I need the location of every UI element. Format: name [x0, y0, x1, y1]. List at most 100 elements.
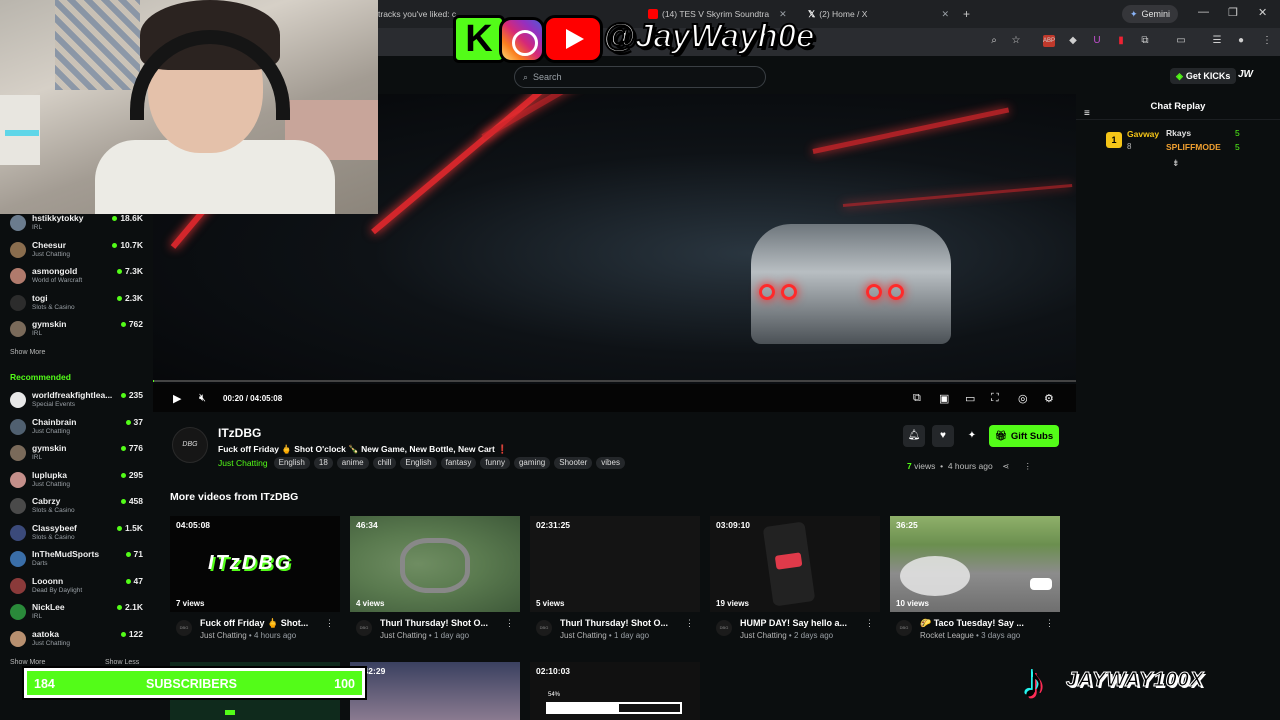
video-card[interactable]: 03:09:10 19 views DBG HUMP DAY! Say hello a… [710, 516, 880, 640]
video-card[interactable]: 36:25 10 views DBG 🌮 Taco Tuesday! Say ... R… [890, 516, 1060, 640]
close-window-button[interactable]: ✕ [1258, 6, 1267, 19]
sidebar-channel-recommended[interactable]: luplupka Just Chatting 295 [10, 469, 145, 491]
tag-chip[interactable]: 18 [313, 457, 333, 469]
maximize-button[interactable]: ❐ [1228, 6, 1238, 19]
share-icon[interactable]: ⋖ [1002, 461, 1009, 471]
channel-avatar[interactable]: DBG [716, 620, 732, 636]
fullscreen-icon[interactable]: ⛶ [991, 392, 999, 405]
cast-icon[interactable]: ▭ [1175, 35, 1187, 47]
sidebar-channel-recommended[interactable]: worldfreakfightlea... Special Events 235 [10, 389, 145, 411]
close-tab-icon[interactable]: ✕ [941, 9, 949, 20]
tag-chip[interactable]: English [400, 457, 437, 469]
sidebar-channel-following[interactable]: togi Slots & Casino 2.3K [10, 292, 145, 314]
tag-chip[interactable]: vibes [596, 457, 625, 469]
zoom-icon[interactable]: ⌕ [988, 35, 1000, 47]
user-avatar[interactable]: JW [1238, 69, 1253, 80]
channel-avatar[interactable]: DBG [176, 620, 192, 636]
tag-chip[interactable]: anime [336, 457, 369, 469]
tag-chip[interactable]: gaming [513, 457, 551, 469]
sidebar-channel-recommended[interactable]: Classybeef Slots & Casino 1.5K [10, 522, 145, 544]
video-title[interactable]: Thurl Thursday! Shot O... [560, 618, 685, 628]
sidebar-channel-following[interactable]: hstikkytokky IRL 18.6K [10, 212, 145, 234]
bookmark-star-icon[interactable]: ☆ [1010, 35, 1022, 47]
video-card[interactable]: ITzDBG 04:05:08 7 views DBG Fuck off Friday … [170, 516, 340, 640]
video-title[interactable]: 🌮 Taco Tuesday! Say ... [920, 618, 1045, 629]
channel-name[interactable]: ITzDBG [218, 426, 261, 440]
channel-avatar[interactable]: DBG [172, 427, 208, 463]
video-category[interactable]: Just Chatting [740, 631, 787, 640]
play-button[interactable]: ▶ [173, 392, 181, 405]
video-thumbnail[interactable]: 46:34 4 views [350, 516, 520, 612]
channel-avatar[interactable]: DBG [536, 620, 552, 636]
profile-icon[interactable]: ● [1235, 35, 1247, 47]
category-link[interactable]: Just Chatting [218, 458, 268, 468]
video-card[interactable]: 46:34 4 views DBG Thurl Thursday! Shot O...… [350, 516, 520, 640]
settings-gear-icon[interactable]: ⚙ [1044, 392, 1054, 405]
follow-heart-icon[interactable]: ♥ [932, 425, 954, 447]
theater-icon[interactable]: ▣ [939, 392, 949, 405]
video-card[interactable]: 02:31:25 5 views DBG Thurl Thursday! Shot O… [530, 516, 700, 640]
tag-chip[interactable]: chill [372, 457, 397, 469]
channel-avatar[interactable]: DBG [896, 620, 912, 636]
sparkle-icon[interactable]: ✦ [961, 425, 983, 447]
video-thumbnail[interactable]: ITzDBG 04:05:08 7 views [170, 516, 340, 612]
extension-red-icon[interactable]: ▮ [1115, 35, 1127, 47]
get-kicks-button[interactable]: ◈ Get KICKs [1170, 68, 1237, 84]
more-options-icon[interactable]: ⋮ [505, 618, 514, 629]
adblock-icon[interactable]: ABP [1043, 35, 1055, 47]
video-thumbnail[interactable]: 03:09:10 19 views [710, 516, 880, 612]
sidebar-channel-recommended[interactable]: Cabrzy Slots & Casino 458 [10, 495, 145, 517]
sidebar-channel-recommended[interactable]: NickLee IRL 2.1K [10, 601, 145, 623]
sidebar-channel-recommended[interactable]: aatoka Just Chatting 122 [10, 628, 145, 650]
reading-list-icon[interactable]: ☰ [1211, 35, 1223, 47]
miniplayer-icon[interactable]: ▭ [965, 392, 975, 405]
tag-chip[interactable]: fantasy [440, 457, 477, 469]
video-title[interactable]: Fuck off Friday 🖕 Shot... [200, 618, 325, 629]
more-options-icon[interactable]: ⋮ [685, 618, 694, 629]
expand-icon[interactable]: ⇟ [1172, 158, 1180, 169]
sidebar-channel-recommended[interactable]: InTheMudSports Darts 71 [10, 548, 145, 570]
show-more-link[interactable]: Show More [10, 349, 45, 356]
more-options-icon[interactable]: ⋮ [865, 618, 874, 629]
sidebar-channel-following[interactable]: gymskin IRL 762 [10, 318, 145, 340]
extension-u-icon[interactable]: U [1091, 35, 1103, 47]
tag-chip[interactable]: English [273, 457, 310, 469]
video-category[interactable]: Just Chatting [380, 631, 427, 640]
video-category[interactable]: Just Chatting [200, 631, 247, 640]
minimize-button[interactable]: — [1198, 6, 1209, 18]
mute-icon[interactable]: 🔇︎ [199, 392, 206, 405]
sidebar-channel-following[interactable]: asmongold World of Warcraft 7.3K [10, 265, 145, 287]
browser-menu-icon[interactable]: ⋮ [1261, 35, 1273, 47]
sidebar-channel-following[interactable]: Cheesur Just Chatting 10.7K [10, 239, 145, 261]
extension-diamond-icon[interactable]: ◆ [1067, 35, 1079, 47]
show-more-link-2[interactable]: Show More [10, 659, 45, 666]
more-options-icon[interactable]: ⋮ [325, 618, 334, 629]
video-title[interactable]: HUMP DAY! Say hello a... [740, 618, 865, 628]
tab-liked-tracks[interactable]: tracks you've liked: c [378, 4, 458, 24]
sidebar-channel-recommended[interactable]: Looonn Dead By Daylight 47 [10, 575, 145, 597]
video-thumbnail[interactable]: 02:31:25 5 views [530, 516, 700, 612]
channel-avatar[interactable]: DBG [356, 620, 372, 636]
extensions-puzzle-icon[interactable]: ⧉ [1139, 35, 1151, 47]
video-thumbnail[interactable]: 02:10:03 54% [530, 662, 700, 720]
sidebar-channel-recommended[interactable]: Chainbrain Just Chatting 37 [10, 416, 145, 438]
tag-chip[interactable]: funny [480, 457, 510, 469]
video-category[interactable]: Rocket League [920, 631, 974, 640]
new-tab-button[interactable]: + [963, 4, 977, 24]
pip-icon[interactable]: ⧉ [913, 392, 921, 405]
speed-icon[interactable]: ◎ [1018, 392, 1028, 405]
video-thumbnail[interactable]: 36:25 10 views [890, 516, 1060, 612]
video-thumbnail[interactable]: 2:42:29 [350, 662, 520, 720]
tag-chip[interactable]: Shooter [554, 457, 593, 469]
sidebar-channel-recommended[interactable]: gymskin IRL 776 [10, 442, 145, 464]
gift-subs-button[interactable]: 🎁︎ Gift Subs [989, 425, 1059, 447]
collapse-chat-icon[interactable]: ≡ [1084, 101, 1090, 127]
notification-bell-icon[interactable]: 🔔︎ [903, 425, 925, 447]
more-options-icon[interactable]: ⋮ [1045, 618, 1054, 629]
search-input[interactable]: ⌕ Search [514, 66, 766, 88]
gemini-button[interactable]: ✦ Gemini [1122, 5, 1179, 23]
more-options-icon[interactable]: ⋮ [1023, 461, 1032, 471]
video-title[interactable]: Thurl Thursday! Shot O... [380, 618, 505, 628]
progress-bar[interactable] [153, 380, 1076, 382]
show-less-link[interactable]: Show Less [105, 659, 139, 666]
